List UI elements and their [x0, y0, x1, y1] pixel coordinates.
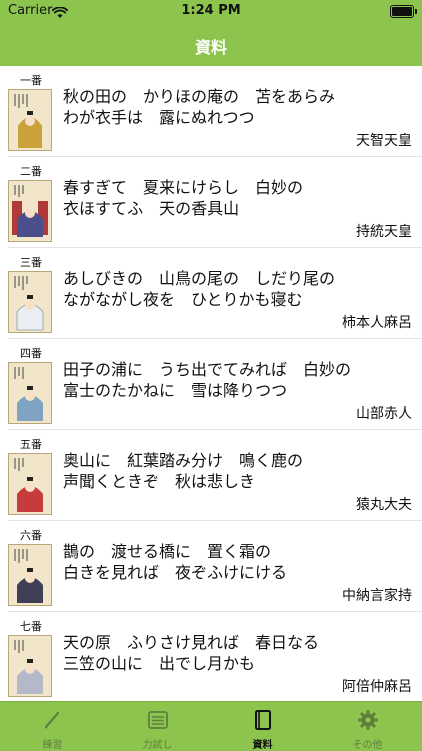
list-item[interactable]: 二番 春すぎて 夏来にけらし 白妙の 衣ほすてふ 天の香具山 持統天皇: [0, 157, 422, 248]
karuta-card-image: [8, 453, 52, 515]
poet-name: 猿丸大夫: [356, 497, 412, 513]
poem-second-line: 三笠の山に 出でし月かも: [63, 654, 256, 673]
poem-second-line: わが衣手は 露にぬれつつ: [63, 108, 255, 127]
status-bar: Carrier 1:24 PM: [0, 0, 422, 22]
gear-icon: [357, 709, 379, 731]
list-item[interactable]: 三番 あしびきの 山鳥の尾の しだり尾の ながながし夜を ひとりかも寝む 柿本人…: [0, 248, 422, 339]
tab-reference[interactable]: 資料: [210, 702, 315, 751]
poem-number: 四番: [20, 347, 42, 360]
poet-name: 中納言家持: [342, 588, 412, 604]
tab-bar: 練習 力試し 資料 その他: [0, 701, 422, 751]
poem-number: 二番: [20, 165, 42, 178]
karuta-card-image: [8, 544, 52, 606]
battery-icon: [390, 5, 417, 18]
poem-list[interactable]: 一番 秋の田の かりほの庵の 苫をあらみ わが衣手は 露にぬれつつ 天智天皇 二…: [0, 66, 422, 701]
karuta-card-image: [8, 89, 52, 151]
poem-number: 六番: [20, 529, 42, 542]
book-icon: [252, 709, 274, 731]
poem-second-line: 声聞くときぞ 秋は悲しき: [63, 472, 256, 491]
poet-name: 柿本人麻呂: [342, 315, 412, 331]
list-icon: [147, 709, 169, 731]
karuta-card-image: [8, 635, 52, 697]
tab-practice[interactable]: 練習: [0, 702, 105, 751]
tab-label: 資料: [252, 740, 273, 751]
poem-number: 七番: [20, 620, 42, 633]
poet-name: 山部赤人: [356, 406, 412, 422]
tab-challenge[interactable]: 力試し: [105, 702, 210, 751]
poem-number: 五番: [20, 438, 42, 451]
tab-label: その他: [352, 740, 383, 751]
list-item[interactable]: 六番 鵲の 渡せる橋に 置く霜の 白きを見れば 夜ぞふけにける 中納言家持: [0, 521, 422, 612]
nav-bar: 資料: [0, 22, 422, 66]
karuta-card-image: [8, 271, 52, 333]
pencil-icon: [42, 709, 64, 731]
poem-number: 一番: [20, 74, 42, 87]
list-item[interactable]: 五番 奥山に 紅葉踏み分け 鳴く鹿の 声聞くときぞ 秋は悲しき 猿丸大夫: [0, 430, 422, 521]
poet-name: 天智天皇: [356, 133, 412, 149]
tab-other[interactable]: その他: [315, 702, 420, 751]
tab-label: 力試し: [142, 740, 173, 751]
poet-name: 持統天皇: [356, 224, 412, 240]
poet-name: 阿倍仲麻呂: [342, 679, 412, 695]
poem-second-line: ながながし夜を ひとりかも寝む: [63, 290, 303, 309]
karuta-card-image: [8, 180, 52, 242]
page-title: 資料: [194, 38, 227, 57]
poem-number: 三番: [20, 256, 42, 269]
karuta-card-image: [8, 362, 52, 424]
list-item[interactable]: 一番 秋の田の かりほの庵の 苫をあらみ わが衣手は 露にぬれつつ 天智天皇: [0, 66, 422, 157]
tab-label: 練習: [42, 740, 63, 751]
poem-second-line: 白きを見れば 夜ぞふけにける: [63, 563, 288, 582]
list-item[interactable]: 七番 天の原 ふりさけ見れば 春日なる 三笠の山に 出でし月かも 阿倍仲麻呂: [0, 612, 422, 701]
poem-second-line: 衣ほすてふ 天の香具山: [63, 199, 240, 218]
clock: 1:24 PM: [181, 3, 241, 18]
poem-second-line: 富士のたかねに 雪は降りつつ: [63, 381, 288, 400]
list-item[interactable]: 四番 田子の浦に うち出でてみれば 白妙の 富士のたかねに 雪は降りつつ 山部赤…: [0, 339, 422, 430]
